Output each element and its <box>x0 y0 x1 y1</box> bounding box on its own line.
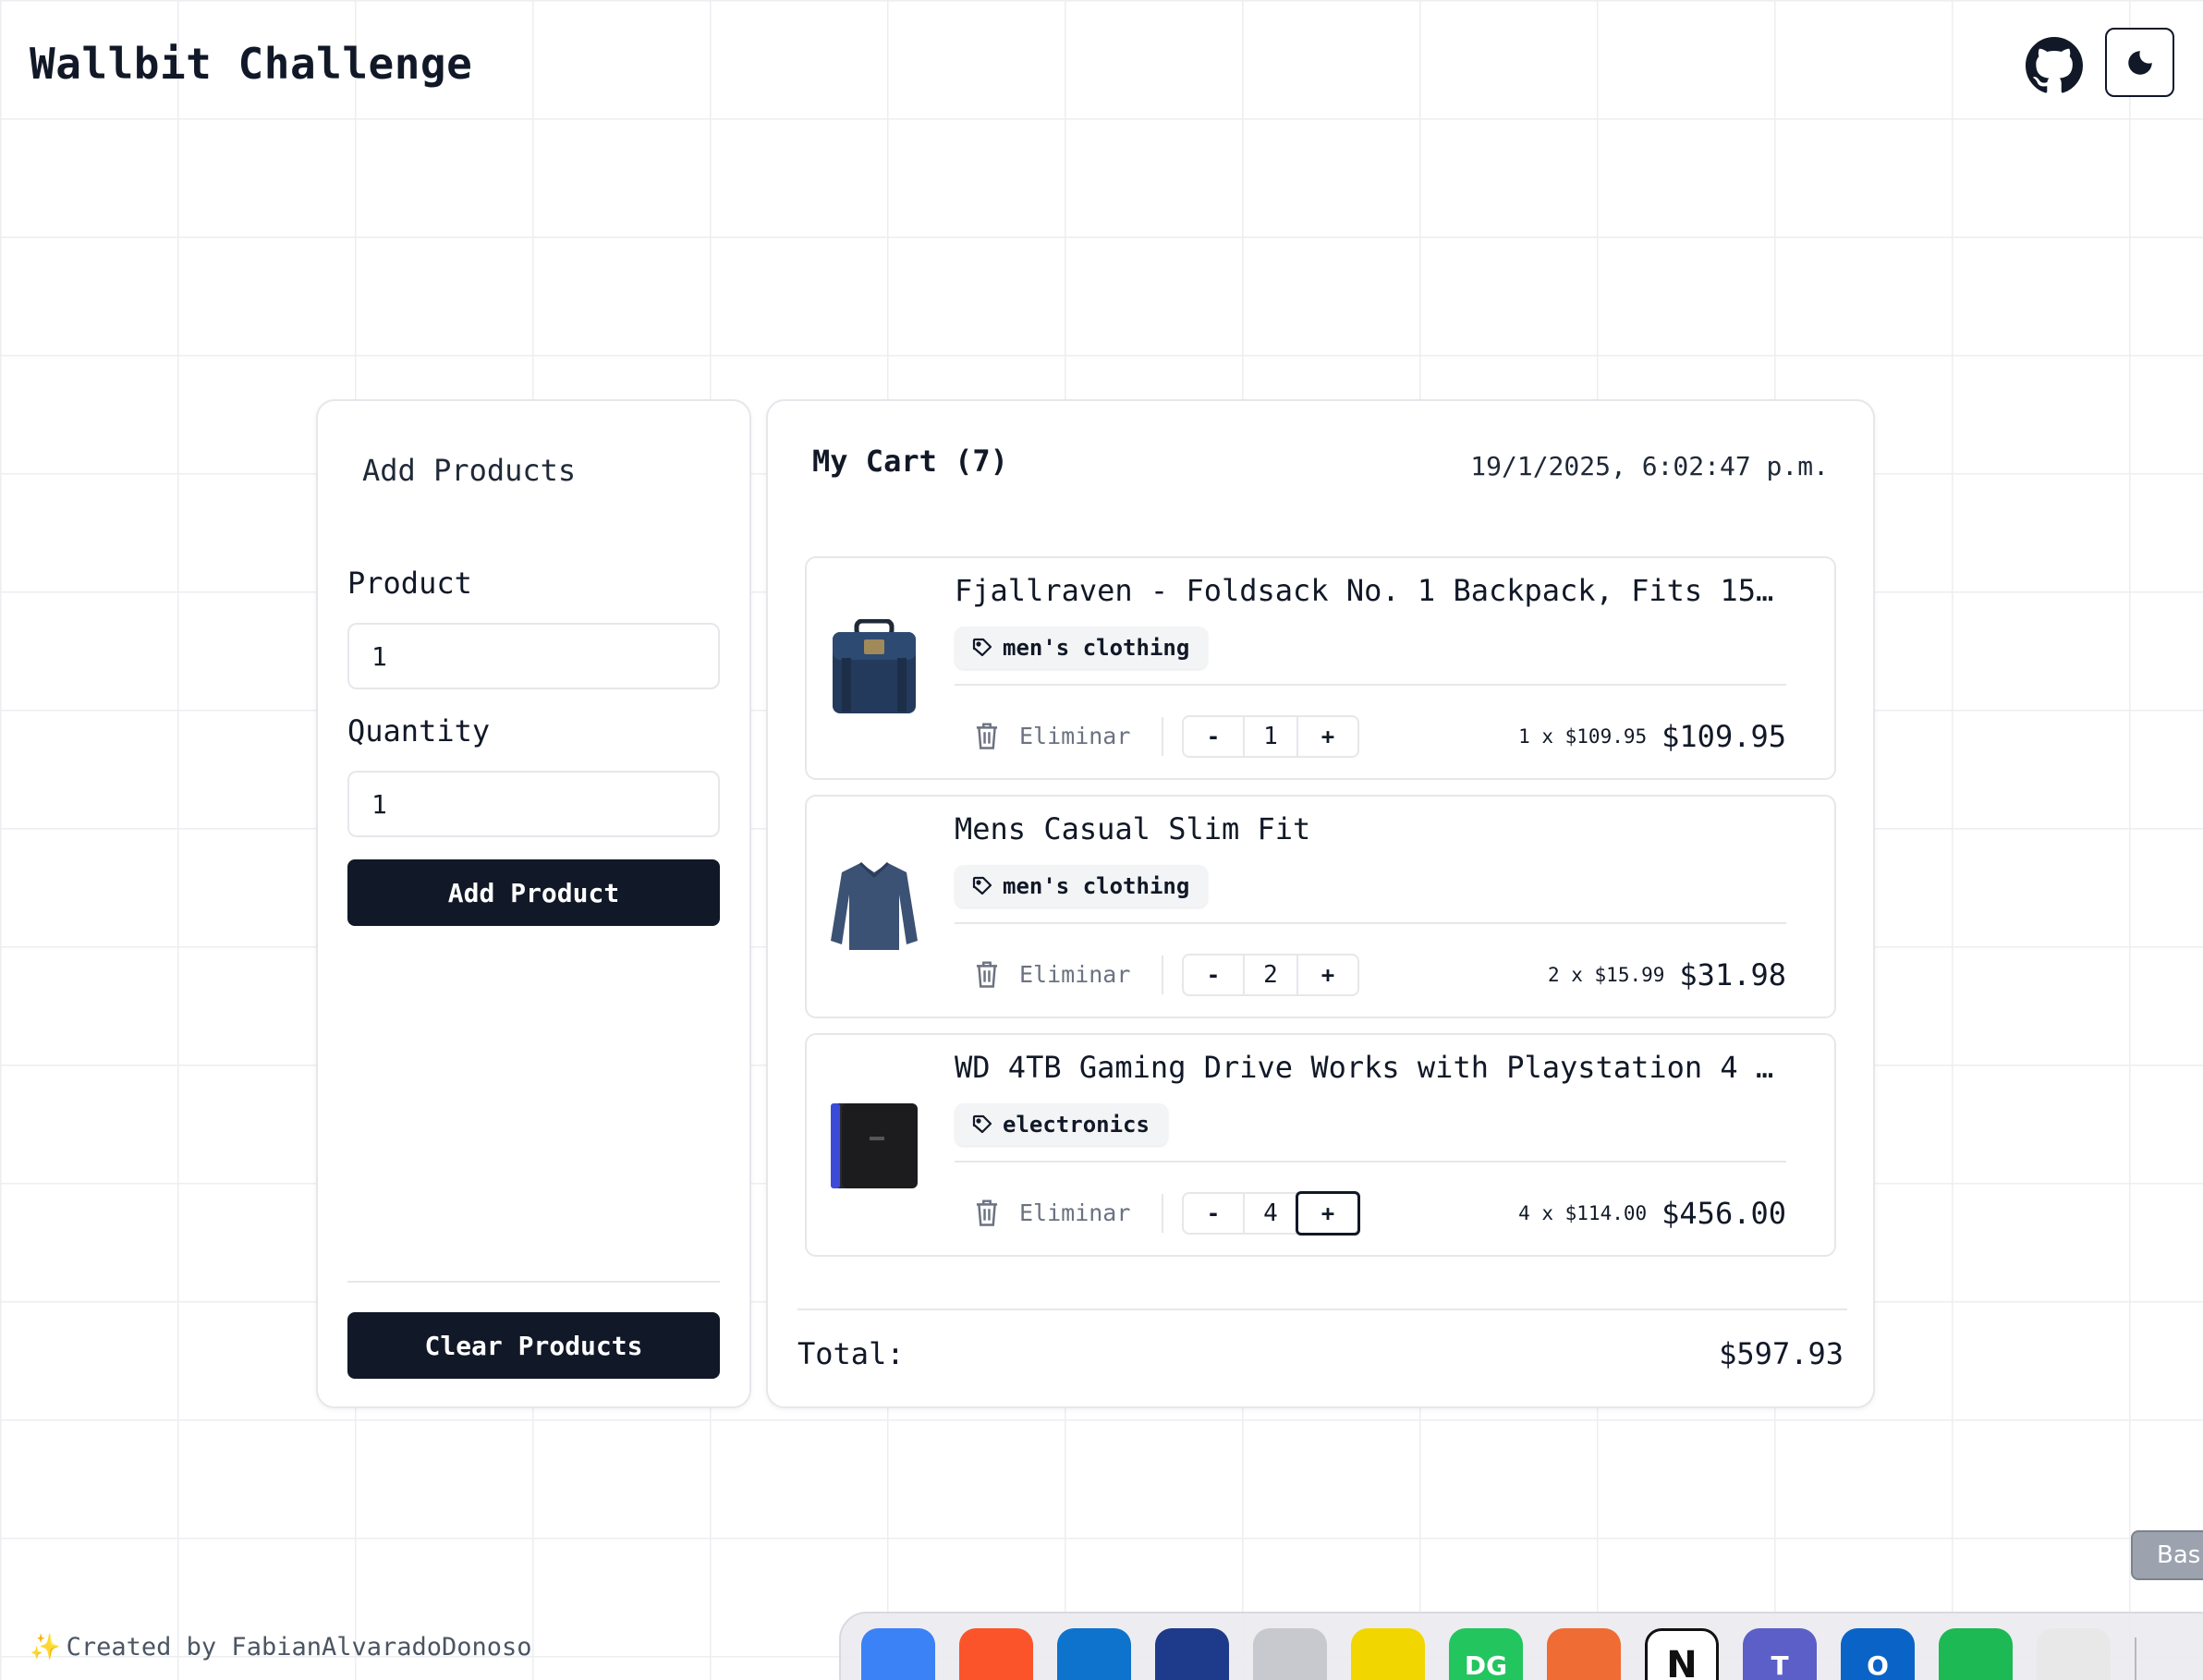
teams-icon[interactable]: T <box>1743 1628 1817 1680</box>
decrement-button[interactable]: - <box>1184 717 1243 756</box>
vscode-icon[interactable] <box>1057 1628 1131 1680</box>
quantity-value: 1 <box>1243 717 1298 756</box>
item-divider <box>955 684 1786 686</box>
quantity-input[interactable] <box>347 771 720 837</box>
shirt-image <box>829 858 919 954</box>
quantity-stepper: - 4 + <box>1182 1191 1360 1236</box>
tag-icon <box>972 876 992 895</box>
js-app-icon[interactable] <box>1351 1628 1425 1680</box>
category-label: men's clothing <box>1003 635 1190 661</box>
clear-products-button[interactable]: Clear Products <box>347 1312 720 1379</box>
github-icon <box>2026 37 2083 93</box>
tag-icon <box>972 638 992 657</box>
decrement-button[interactable]: - <box>1184 1194 1243 1233</box>
sparkle-icon: ✨ <box>30 1633 61 1662</box>
action-separator <box>1162 1194 1163 1233</box>
cart-item: Fjallraven - Foldsack No. 1 Backpack, Fi… <box>805 556 1836 780</box>
unit-price: 2 x $15.99 <box>1547 964 1665 986</box>
moon-icon <box>2127 50 2152 75</box>
footer-credit: ✨ Created by FabianAlvaradoDonoso <box>30 1632 532 1662</box>
unit-price: 1 x $109.95 <box>1518 725 1648 748</box>
price-info: 4 x $114.00 $456.00 <box>1518 1192 1786 1235</box>
total-label: Total: <box>797 1336 905 1371</box>
remove-label: Eliminar <box>1019 1199 1131 1226</box>
unit-price: 4 x $114.00 <box>1518 1202 1648 1224</box>
category-tag: men's clothing <box>955 627 1209 669</box>
item-name: WD 4TB Gaming Drive Works with Playstati… <box>955 1050 1774 1085</box>
macos-dock: DG N T O <box>839 1612 2203 1680</box>
add-card-divider <box>347 1281 720 1283</box>
hard-drive-image <box>829 1096 919 1192</box>
dock-separator <box>2135 1637 2136 1680</box>
cart-item: Mens Casual Slim Fit men's clothing Elim… <box>805 795 1836 1018</box>
brave-icon[interactable] <box>959 1628 1033 1680</box>
add-products-card: Add Products Product Quantity Add Produc… <box>316 399 751 1408</box>
cart-date: 19/1/2025, 6:02:47 p.m. <box>1470 451 1829 481</box>
spotify-icon[interactable] <box>1939 1628 2013 1680</box>
cart-title: My Cart (7) <box>812 444 1008 479</box>
action-separator <box>1162 956 1163 994</box>
price-info: 1 x $109.95 $109.95 <box>1518 715 1786 758</box>
quantity-value: 4 <box>1243 1194 1298 1233</box>
line-total: $109.95 <box>1661 719 1786 754</box>
product-label: Product <box>347 566 472 601</box>
postman-icon[interactable] <box>1547 1628 1621 1680</box>
cart-divider <box>797 1309 1847 1310</box>
theme-toggle-button[interactable] <box>2105 28 2174 97</box>
github-link[interactable] <box>2024 35 2085 96</box>
footer-text[interactable]: Created by FabianAlvaradoDonoso <box>67 1633 532 1662</box>
quantity-value: 2 <box>1243 956 1298 994</box>
total-value: $597.93 <box>1719 1336 1844 1371</box>
quantity-label: Quantity <box>347 713 491 749</box>
decrement-button[interactable]: - <box>1184 956 1243 994</box>
xcode-app-icon[interactable] <box>1155 1628 1229 1680</box>
remove-item-button[interactable]: Eliminar <box>973 956 1130 992</box>
price-info: 2 x $15.99 $31.98 <box>1548 954 1786 996</box>
tag-icon <box>972 1114 992 1134</box>
category-label: men's clothing <box>1003 873 1190 899</box>
cart-card: My Cart (7) 19/1/2025, 6:02:47 p.m. Fjal… <box>766 399 1875 1408</box>
increment-button[interactable]: + <box>1298 956 1357 994</box>
category-label: electronics <box>1003 1112 1150 1138</box>
dock-tooltip: Bas <box>2131 1530 2203 1580</box>
line-total: $456.00 <box>1661 1196 1786 1231</box>
trash-icon <box>976 723 998 749</box>
chrome-icon[interactable] <box>2037 1628 2111 1680</box>
quantity-stepper: - 1 + <box>1182 715 1359 758</box>
trash-icon <box>976 1199 998 1226</box>
category-tag: men's clothing <box>955 865 1209 907</box>
product-input[interactable] <box>347 623 720 689</box>
line-total: $31.98 <box>1679 957 1786 992</box>
remove-item-button[interactable]: Eliminar <box>973 717 1130 754</box>
notion-icon[interactable]: N <box>1645 1628 1719 1680</box>
item-divider <box>955 922 1786 924</box>
action-separator <box>1162 717 1163 756</box>
quantity-stepper: - 2 + <box>1182 954 1359 996</box>
datagrip-icon[interactable]: DG <box>1449 1628 1523 1680</box>
cart-item: WD 4TB Gaming Drive Works with Playstati… <box>805 1033 1836 1257</box>
increment-button[interactable]: + <box>1296 1191 1360 1236</box>
item-name: Fjallraven - Foldsack No. 1 Backpack, Fi… <box>955 573 1774 608</box>
remove-item-button[interactable]: Eliminar <box>973 1194 1130 1231</box>
outlook-icon[interactable]: O <box>1841 1628 1915 1680</box>
add-product-button[interactable]: Add Product <box>347 859 720 926</box>
add-products-title: Add Products <box>362 453 577 488</box>
iphone-mirroring-icon[interactable] <box>1253 1628 1327 1680</box>
app-title: Wallbit Challenge <box>30 39 473 89</box>
trash-icon <box>976 961 998 988</box>
remove-label: Eliminar <box>1019 722 1131 749</box>
category-tag: electronics <box>955 1103 1168 1146</box>
finder-icon[interactable] <box>861 1628 935 1680</box>
backpack-image <box>829 618 919 715</box>
remove-label: Eliminar <box>1019 960 1131 988</box>
item-name: Mens Casual Slim Fit <box>955 811 1311 846</box>
item-divider <box>955 1161 1786 1163</box>
increment-button[interactable]: + <box>1298 717 1357 756</box>
